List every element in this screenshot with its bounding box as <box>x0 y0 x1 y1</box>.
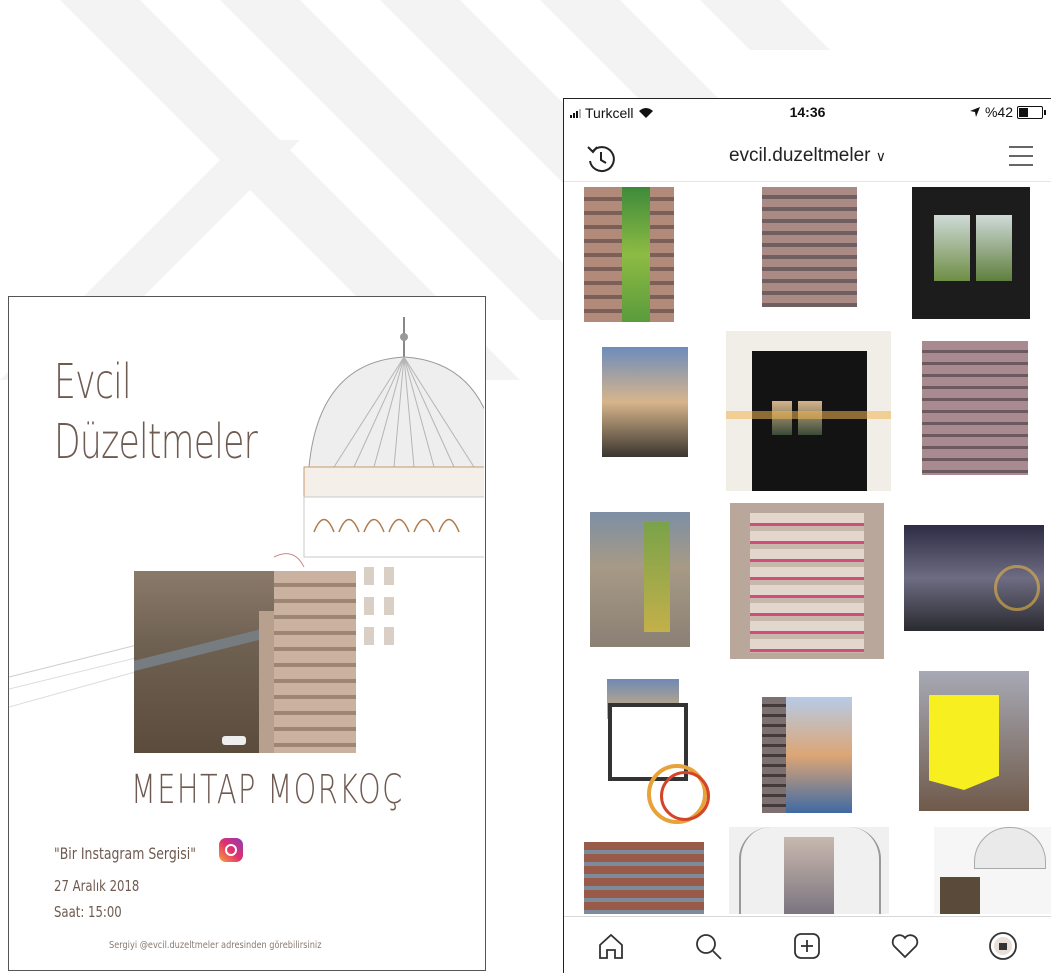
instagram-phone-screen: Turkcell 14:36 %42 evcil.duzeltmeler ∨ <box>563 98 1051 973</box>
poster-date: 27 Aralık 2018 <box>54 877 140 895</box>
instagram-icon <box>219 838 243 862</box>
post-thumbnail[interactable] <box>602 679 712 824</box>
poster-title: Evcil Düzeltmeler <box>54 352 258 472</box>
post-thumbnail[interactable] <box>730 503 884 659</box>
post-thumbnail[interactable] <box>912 187 1030 319</box>
bottom-tab-bar <box>564 916 1051 973</box>
chevron-down-icon: ∨ <box>875 148 887 164</box>
post-grid <box>564 187 1051 914</box>
artist-name: MEHTAP MORKOÇ <box>131 767 404 813</box>
poster-footnote: Sergiyi @evcil.duzeltmeler adresinden gö… <box>109 940 322 951</box>
post-thumbnail[interactable] <box>602 347 688 457</box>
add-post-icon[interactable] <box>790 929 824 963</box>
menu-icon[interactable] <box>1007 143 1035 169</box>
post-thumbnail[interactable] <box>584 842 704 914</box>
profile-icon[interactable] <box>986 929 1020 963</box>
username: evcil.duzeltmeler <box>728 145 871 166</box>
heart-icon[interactable] <box>888 929 922 963</box>
battery-icon <box>1017 105 1046 119</box>
status-bar: Turkcell 14:36 %42 <box>564 99 1051 127</box>
post-thumbnail[interactable] <box>762 697 852 813</box>
post-thumbnail[interactable] <box>922 341 1028 475</box>
profile-header: evcil.duzeltmeler ∨ <box>564 135 1051 182</box>
post-thumbnail[interactable] <box>584 187 674 322</box>
home-icon[interactable] <box>594 929 628 963</box>
poster-photo <box>134 571 356 753</box>
poster-time: Saat: 15:00 <box>54 903 122 921</box>
search-icon[interactable] <box>691 929 725 963</box>
location-arrow-icon <box>969 107 980 117</box>
post-thumbnail[interactable] <box>919 671 1029 811</box>
post-thumbnail[interactable] <box>726 331 891 491</box>
post-thumbnail[interactable] <box>590 512 690 647</box>
battery-percent: %42 <box>984 104 1013 120</box>
post-thumbnail[interactable] <box>762 187 857 307</box>
post-thumbnail[interactable] <box>729 827 889 914</box>
poster-subtitle: "Bir Instagram Sergisi" <box>54 844 196 863</box>
post-thumbnail[interactable] <box>934 827 1051 914</box>
post-thumbnail[interactable] <box>904 525 1044 631</box>
title-line-2: Düzeltmeler <box>54 414 258 470</box>
exhibition-poster: Evcil Düzeltmeler MEHTAP MORKOÇ "Bir Ins… <box>8 296 486 971</box>
title-line-1: Evcil <box>54 354 132 410</box>
username-switcher[interactable]: evcil.duzeltmeler ∨ <box>564 145 1051 167</box>
